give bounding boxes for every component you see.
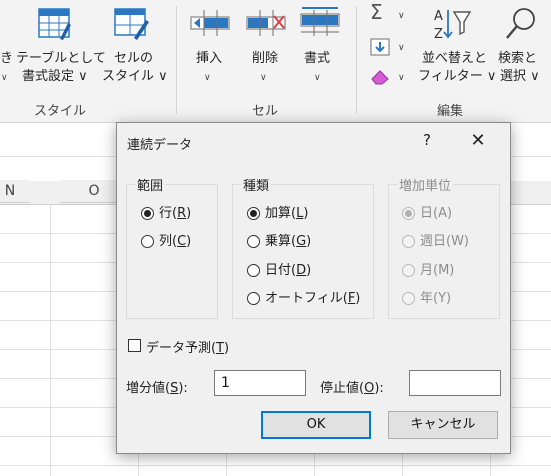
group-separator	[356, 6, 357, 114]
radio-dot	[141, 207, 154, 220]
radio-dot	[402, 235, 415, 248]
sort-filter-button[interactable]: A Z 並べ替えと フィルター ∨	[416, 0, 496, 95]
range-group-title: 範囲	[135, 175, 166, 194]
sort-filter-icon: A Z	[434, 9, 472, 42]
sigma-icon: Σ	[370, 0, 383, 24]
cell-style-label-2: スタイル ∨	[102, 69, 168, 84]
step-value-label: 増分値(S):	[126, 381, 188, 396]
close-button[interactable]: ✕	[465, 130, 491, 151]
radio-dot	[247, 292, 260, 305]
help-button[interactable]: ?	[417, 131, 437, 149]
trend-checkbox[interactable]	[128, 339, 141, 352]
table-format-label-2: 書式設定 ∨	[22, 69, 88, 84]
insert-cells-button[interactable]: 挿入 ∨	[186, 0, 236, 95]
radio-dot	[141, 235, 154, 248]
unit-year-label: 年(Y)	[420, 291, 452, 306]
svg-text:A: A	[434, 9, 443, 24]
delete-cells-button[interactable]: 削除 ∨	[242, 0, 292, 95]
eraser-icon	[371, 70, 389, 85]
group-separator	[176, 6, 177, 114]
partial-label-1: き	[0, 51, 14, 66]
range-columns-label: 列(C)	[159, 234, 192, 249]
radio-dot	[247, 207, 260, 220]
cell-style-label-1: セルの	[114, 51, 154, 66]
cancel-button[interactable]: キャンセル	[388, 411, 498, 439]
column-header-n[interactable]: N	[0, 180, 30, 203]
radio-dot	[402, 207, 415, 220]
insert-cells-icon	[190, 10, 230, 36]
cell-style-icon	[114, 8, 149, 40]
magnifier-icon	[506, 8, 535, 39]
series-dialog: 連続データ ? ✕ 範囲 行(R) 列(C) 種類 加算(L) 乗算(G) 日付…	[116, 122, 511, 454]
radio-dot	[247, 235, 260, 248]
unit-weekday-label: 週日(W)	[420, 234, 469, 249]
insert-label: 挿入	[196, 51, 223, 66]
insert-chevron: ∨	[204, 73, 211, 83]
dialog-title: 連続データ	[127, 138, 193, 153]
type-linear-label: 加算(L)	[265, 206, 309, 221]
stop-value-input[interactable]	[409, 370, 501, 396]
unit-day-label: 日(A)	[420, 206, 453, 221]
find-select-button[interactable]: 検索と 選択 ∨	[494, 0, 548, 95]
type-group-title: 種類	[241, 175, 272, 194]
date-unit-group-title: 増加単位	[397, 175, 454, 194]
radio-dot	[402, 264, 415, 277]
table-format-icon	[38, 8, 71, 40]
stop-value-label: 停止値(O):	[320, 381, 384, 396]
type-growth-label: 乗算(G)	[265, 234, 312, 249]
step-value-input[interactable]: 1	[214, 370, 306, 396]
delete-chevron: ∨	[260, 73, 267, 83]
cell-styles-button[interactable]: セルの スタイル ∨	[102, 0, 168, 95]
fill-chevron: ∨	[398, 43, 405, 53]
cells-group-label: セル	[252, 104, 279, 119]
ribbon: き ∨ テーブルとして 書式設定 ∨ セルの スタイル ∨ スタイル 挿入 ∨ …	[0, 0, 551, 123]
type-autofill-label: オートフィル(F)	[265, 291, 361, 306]
format-cells-button[interactable]: 書式 ∨	[296, 0, 344, 95]
trend-label: データ予測(T)	[146, 341, 230, 356]
radio-dot	[402, 292, 415, 305]
autosum-button[interactable]: Σ ∨	[366, 0, 410, 28]
format-chevron: ∨	[314, 73, 321, 83]
col-line	[50, 181, 51, 476]
clear-chevron: ∨	[398, 73, 405, 83]
row-line	[0, 465, 551, 466]
delete-cells-icon	[246, 10, 286, 36]
svg-text:Z: Z	[434, 27, 443, 42]
fill-button[interactable]: ∨	[366, 36, 410, 60]
style-group-label: スタイル	[34, 104, 87, 119]
edit-group-label: 編集	[437, 104, 464, 119]
autosum-chevron: ∨	[398, 11, 405, 21]
ok-button[interactable]: OK	[261, 411, 371, 439]
partial-format-button[interactable]: き ∨	[0, 0, 14, 95]
table-format-label-1: テーブルとして	[16, 51, 106, 66]
format-label: 書式	[304, 51, 331, 66]
type-date-label: 日付(D)	[265, 263, 312, 278]
format-cells-icon	[300, 7, 340, 36]
unit-month-label: 月(M)	[420, 263, 455, 278]
range-rows-label: 行(R)	[159, 206, 192, 221]
sort-filter-label-1: 並べ替えと	[422, 51, 488, 66]
sort-filter-label-2: フィルター ∨	[418, 69, 497, 84]
radio-dot	[247, 264, 260, 277]
delete-label: 削除	[252, 51, 279, 66]
find-select-label-1: 検索と	[498, 51, 538, 66]
fill-down-icon	[370, 38, 390, 56]
clear-button[interactable]: ∨	[366, 66, 410, 90]
partial-label-2: ∨	[1, 73, 8, 83]
format-as-table-button[interactable]: テーブルとして 書式設定 ∨	[16, 0, 106, 95]
find-select-label-2: 選択 ∨	[500, 69, 540, 84]
